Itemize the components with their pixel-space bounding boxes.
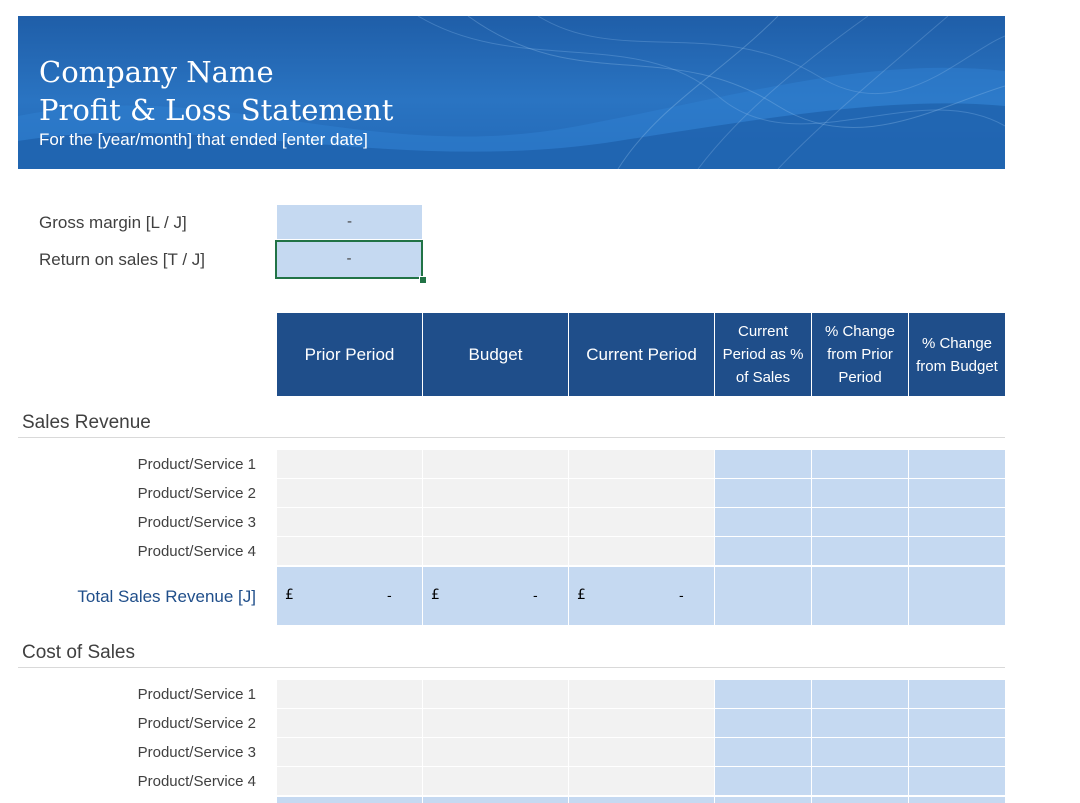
total-sales-label: Total Sales Revenue [J] (77, 587, 256, 606)
total-cost-cell[interactable] (909, 797, 1005, 803)
total-value: - (387, 587, 392, 603)
total-value: - (533, 587, 538, 603)
sales-revenue-title: Sales Revenue (22, 412, 151, 433)
grid-cell[interactable] (812, 738, 908, 766)
grid-cell[interactable] (715, 680, 811, 708)
grid-cell[interactable] (812, 709, 908, 737)
grid-cell[interactable] (423, 767, 568, 795)
cost-row-label: Product/Service 2 (137, 715, 256, 732)
grid-cell[interactable] (812, 537, 908, 565)
statement-title: Profit & Loss Statement (39, 93, 394, 127)
grid-cell[interactable] (569, 450, 714, 478)
grid-cell[interactable] (812, 450, 908, 478)
grid-cell[interactable] (277, 738, 422, 766)
currency-symbol: £ (577, 587, 586, 603)
grid-cell[interactable] (909, 767, 1005, 795)
total-cost-cell[interactable] (715, 797, 811, 803)
grid-cell[interactable] (423, 479, 568, 507)
grid-cell[interactable] (909, 537, 1005, 565)
grid-cell[interactable] (277, 680, 422, 708)
grid-cell[interactable] (277, 767, 422, 795)
cost-of-sales-title: Cost of Sales (22, 642, 135, 663)
total-pct-cell[interactable] (715, 567, 811, 625)
grid-cell[interactable] (423, 709, 568, 737)
gross-margin-cell[interactable]: - (277, 205, 422, 239)
grid-cell[interactable] (277, 709, 422, 737)
currency-symbol: £ (285, 587, 294, 603)
grid-cell[interactable] (569, 479, 714, 507)
grid-cell[interactable] (423, 508, 568, 536)
grid-cell[interactable] (569, 738, 714, 766)
sales-row-label: Product/Service 1 (137, 456, 256, 473)
total-change-budget-cell[interactable] (909, 567, 1005, 625)
fill-handle[interactable] (419, 276, 427, 284)
grid-cell[interactable] (423, 680, 568, 708)
grid-cell[interactable] (569, 709, 714, 737)
cost-row-label: Product/Service 4 (137, 773, 256, 790)
return-on-sales-label: Return on sales [T / J] (39, 250, 205, 269)
gross-margin-label: Gross margin [L / J] (39, 213, 187, 232)
total-cost-cell[interactable] (569, 797, 714, 803)
total-current-cell[interactable]: £ - (569, 567, 714, 625)
grid-cell[interactable] (569, 767, 714, 795)
cost-row-label: Product/Service 3 (137, 744, 256, 761)
grid-cell[interactable] (909, 709, 1005, 737)
total-value: - (679, 587, 684, 603)
statement-period: For the [year/month] that ended [enter d… (39, 130, 368, 149)
grid-cell[interactable] (812, 680, 908, 708)
total-cost-cell[interactable] (277, 797, 422, 803)
currency-symbol: £ (431, 587, 440, 603)
grid-cell[interactable] (715, 508, 811, 536)
col-budget[interactable]: Budget (423, 313, 568, 396)
sales-row-label: Product/Service 4 (137, 543, 256, 560)
sales-row-label: Product/Service 3 (137, 514, 256, 531)
grid-cell[interactable] (909, 479, 1005, 507)
sales-row-label: Product/Service 2 (137, 485, 256, 502)
col-prior-period[interactable]: Prior Period (277, 313, 422, 396)
grid-cell[interactable] (277, 450, 422, 478)
grid-cell[interactable] (715, 450, 811, 478)
total-cost-cell[interactable] (423, 797, 568, 803)
grid-cell[interactable] (715, 767, 811, 795)
grid-cell[interactable] (569, 680, 714, 708)
total-prior-cell[interactable]: £ - (277, 567, 422, 625)
grid-cell[interactable] (909, 450, 1005, 478)
grid-cell[interactable] (569, 508, 714, 536)
title-banner: Company Name Profit & Loss Statement For… (18, 16, 1005, 169)
grid-cell[interactable] (715, 537, 811, 565)
section-divider (18, 667, 1005, 668)
grid-cell[interactable] (423, 537, 568, 565)
grid-cell[interactable] (423, 450, 568, 478)
grid-cell[interactable] (812, 508, 908, 536)
col-change-prior[interactable]: % Change from Prior Period (812, 313, 908, 396)
grid-cell[interactable] (423, 738, 568, 766)
grid-cell[interactable] (812, 767, 908, 795)
section-divider (18, 437, 1005, 438)
grid-cell[interactable] (569, 537, 714, 565)
grid-cell[interactable] (812, 479, 908, 507)
col-change-budget[interactable]: % Change from Budget (909, 313, 1005, 396)
return-on-sales-cell[interactable]: - (275, 240, 423, 279)
grid-cell[interactable] (909, 680, 1005, 708)
grid-cell[interactable] (715, 738, 811, 766)
grid-cell[interactable] (715, 479, 811, 507)
grid-cell[interactable] (277, 479, 422, 507)
total-budget-cell[interactable]: £ - (423, 567, 568, 625)
company-name: Company Name (39, 55, 274, 89)
grid-cell[interactable] (715, 709, 811, 737)
col-current-period[interactable]: Current Period (569, 313, 714, 396)
total-cost-cell[interactable] (812, 797, 908, 803)
cost-row-label: Product/Service 1 (137, 686, 256, 703)
grid-cell[interactable] (909, 508, 1005, 536)
total-change-prior-cell[interactable] (812, 567, 908, 625)
grid-cell[interactable] (909, 738, 1005, 766)
col-current-pct-sales[interactable]: Current Period as % of Sales (715, 313, 811, 396)
grid-cell[interactable] (277, 537, 422, 565)
grid-cell[interactable] (277, 508, 422, 536)
